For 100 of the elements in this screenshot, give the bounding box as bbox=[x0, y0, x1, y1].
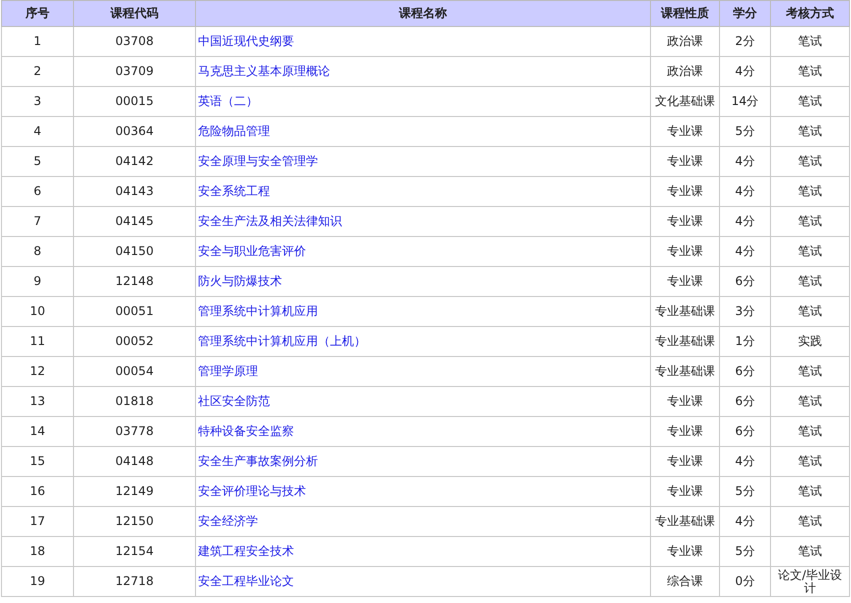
course-type: 专业课 bbox=[650, 236, 720, 266]
course-link[interactable]: 马克思主义基本原理概论 bbox=[198, 64, 330, 78]
credits: 0分 bbox=[720, 566, 770, 596]
course-type: 专业基础课 bbox=[650, 356, 720, 386]
course-link[interactable]: 安全原理与安全管理学 bbox=[198, 154, 318, 168]
row-number: 7 bbox=[2, 206, 74, 236]
course-link[interactable]: 安全生产法及相关法律知识 bbox=[198, 214, 342, 228]
course-code: 04143 bbox=[74, 176, 196, 206]
exam-method: 笔试 bbox=[770, 416, 850, 446]
course-link[interactable]: 中国近现代史纲要 bbox=[198, 34, 294, 48]
exam-method: 笔试 bbox=[770, 206, 850, 236]
row-number: 9 bbox=[2, 266, 74, 296]
course-type: 专业课 bbox=[650, 446, 720, 476]
credits: 4分 bbox=[720, 206, 770, 236]
course-type: 专业课 bbox=[650, 206, 720, 236]
credits: 5分 bbox=[720, 476, 770, 506]
course-code: 00015 bbox=[74, 86, 196, 116]
row-number: 4 bbox=[2, 116, 74, 146]
row-number: 13 bbox=[2, 386, 74, 416]
row-number: 3 bbox=[2, 86, 74, 116]
row-number: 8 bbox=[2, 236, 74, 266]
column-header: 课程性质 bbox=[650, 0, 720, 26]
course-type: 政治课 bbox=[650, 56, 720, 86]
course-code: 12149 bbox=[74, 476, 196, 506]
course-link[interactable]: 危险物品管理 bbox=[198, 124, 270, 138]
exam-method: 笔试 bbox=[770, 446, 850, 476]
exam-method: 笔试 bbox=[770, 266, 850, 296]
row-number: 18 bbox=[2, 536, 74, 566]
course-type: 专业课 bbox=[650, 476, 720, 506]
course-link[interactable]: 英语（二） bbox=[198, 94, 258, 108]
course-type: 专业课 bbox=[650, 416, 720, 446]
course-type: 专业基础课 bbox=[650, 326, 720, 356]
exam-method: 笔试 bbox=[770, 116, 850, 146]
course-code: 12718 bbox=[74, 566, 196, 596]
row-number: 12 bbox=[2, 356, 74, 386]
course-link[interactable]: 特种设备安全监察 bbox=[198, 424, 294, 438]
exam-method: 笔试 bbox=[770, 176, 850, 206]
course-type: 专业基础课 bbox=[650, 506, 720, 536]
exam-method: 论文/毕业设计 bbox=[770, 566, 850, 596]
course-link[interactable]: 安全工程毕业论文 bbox=[198, 574, 294, 588]
exam-method: 笔试 bbox=[770, 146, 850, 176]
course-code: 00054 bbox=[74, 356, 196, 386]
course-link[interactable]: 管理系统中计算机应用（上机） bbox=[198, 334, 366, 348]
course-link[interactable]: 建筑工程安全技术 bbox=[198, 544, 294, 558]
course-code: 04142 bbox=[74, 146, 196, 176]
course-code: 00364 bbox=[74, 116, 196, 146]
course-code: 01818 bbox=[74, 386, 196, 416]
exam-method: 笔试 bbox=[770, 296, 850, 326]
row-number: 10 bbox=[2, 296, 74, 326]
credits: 4分 bbox=[720, 176, 770, 206]
exam-method: 笔试 bbox=[770, 476, 850, 506]
credits: 6分 bbox=[720, 356, 770, 386]
column-header: 课程名称 bbox=[196, 0, 650, 26]
row-number: 6 bbox=[2, 176, 74, 206]
course-link[interactable]: 安全经济学 bbox=[198, 514, 258, 528]
column-header: 学分 bbox=[720, 0, 770, 26]
course-link[interactable]: 管理系统中计算机应用 bbox=[198, 304, 318, 318]
course-code: 12150 bbox=[74, 506, 196, 536]
row-number: 14 bbox=[2, 416, 74, 446]
course-code: 00051 bbox=[74, 296, 196, 326]
course-type: 专业课 bbox=[650, 146, 720, 176]
course-type: 专业基础课 bbox=[650, 296, 720, 326]
credits: 4分 bbox=[720, 506, 770, 536]
course-code: 12154 bbox=[74, 536, 196, 566]
row-number: 1 bbox=[2, 26, 74, 56]
credits: 6分 bbox=[720, 416, 770, 446]
exam-method: 实践 bbox=[770, 326, 850, 356]
course-type: 专业课 bbox=[650, 266, 720, 296]
exam-method: 笔试 bbox=[770, 56, 850, 86]
course-link[interactable]: 安全与职业危害评价 bbox=[198, 244, 306, 258]
exam-method: 笔试 bbox=[770, 536, 850, 566]
course-link[interactable]: 社区安全防范 bbox=[198, 394, 270, 408]
course-type: 文化基础课 bbox=[650, 86, 720, 116]
row-number: 16 bbox=[2, 476, 74, 506]
column-header: 课程代码 bbox=[74, 0, 196, 26]
exam-method: 笔试 bbox=[770, 356, 850, 386]
course-type: 专业课 bbox=[650, 536, 720, 566]
row-number: 2 bbox=[2, 56, 74, 86]
credits: 4分 bbox=[720, 56, 770, 86]
credits: 6分 bbox=[720, 386, 770, 416]
course-type: 专业课 bbox=[650, 176, 720, 206]
credits: 14分 bbox=[720, 86, 770, 116]
course-link[interactable]: 安全评价理论与技术 bbox=[198, 484, 306, 498]
course-code: 04145 bbox=[74, 206, 196, 236]
credits: 5分 bbox=[720, 536, 770, 566]
credits: 4分 bbox=[720, 146, 770, 176]
course-link[interactable]: 安全生产事故案例分析 bbox=[198, 454, 318, 468]
course-type: 专业课 bbox=[650, 386, 720, 416]
column-header: 考核方式 bbox=[770, 0, 850, 26]
course-link[interactable]: 管理学原理 bbox=[198, 364, 258, 378]
row-number: 19 bbox=[2, 566, 74, 596]
course-link[interactable]: 安全系统工程 bbox=[198, 184, 270, 198]
exam-method: 笔试 bbox=[770, 26, 850, 56]
course-code: 12148 bbox=[74, 266, 196, 296]
course-code: 03709 bbox=[74, 56, 196, 86]
course-link[interactable]: 防火与防爆技术 bbox=[198, 274, 282, 288]
exam-method: 笔试 bbox=[770, 236, 850, 266]
credits: 4分 bbox=[720, 446, 770, 476]
course-type: 综合课 bbox=[650, 566, 720, 596]
row-number: 15 bbox=[2, 446, 74, 476]
